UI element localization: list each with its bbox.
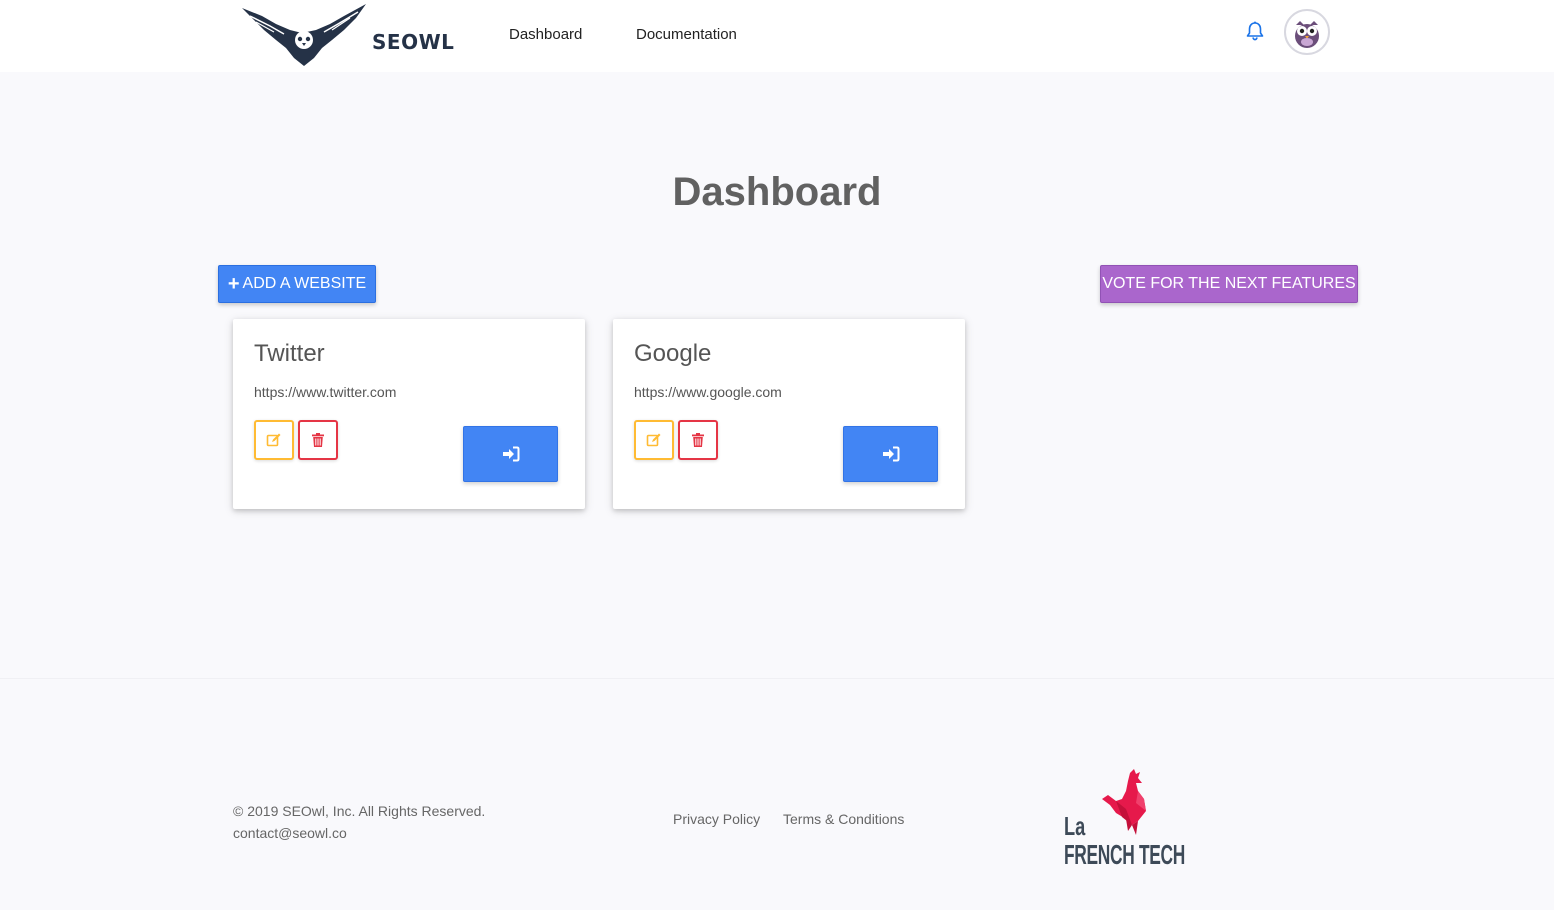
website-name: Google [634, 340, 712, 367]
page-title: Dashboard [672, 170, 882, 214]
website-card: Twitter https://www.twitter.com [233, 319, 585, 509]
delete-website-button[interactable] [298, 420, 338, 460]
sign-in-icon [502, 446, 519, 462]
privacy-policy-link[interactable]: Privacy Policy [673, 811, 760, 827]
french-tech-name: FRENCH TECH [1064, 839, 1186, 870]
terms-conditions-link[interactable]: Terms & Conditions [783, 811, 904, 827]
website-url: https://www.twitter.com [254, 384, 397, 400]
contact-email[interactable]: contact@seowl.co [233, 822, 485, 844]
open-website-button[interactable] [463, 426, 558, 482]
footer-info: © 2019 SEOwl, Inc. All Rights Reserved. … [233, 800, 485, 844]
website-url: https://www.google.com [634, 384, 782, 400]
french-tech-la: La [1064, 811, 1086, 841]
add-website-label: ADD A WEBSITE [242, 275, 367, 292]
brand-name: SEOWL [372, 30, 455, 54]
edit-icon [646, 433, 661, 447]
rooster-icon [1102, 769, 1146, 835]
vote-features-label: VOTE FOR THE NEXT FEATURES [1102, 275, 1356, 292]
user-avatar[interactable] [1284, 9, 1330, 55]
nav-dashboard-link[interactable]: Dashboard [509, 26, 582, 43]
footer: © 2019 SEOwl, Inc. All Rights Reserved. … [0, 678, 1554, 910]
owl-avatar-icon [1295, 21, 1319, 48]
nav-documentation-link[interactable]: Documentation [636, 26, 737, 43]
edit-website-button[interactable] [634, 420, 674, 460]
copyright-text: © 2019 SEOwl, Inc. All Rights Reserved. [233, 803, 486, 819]
add-website-button[interactable]: + ADD A WEBSITE [218, 265, 376, 303]
french-tech-logo[interactable]: La FRENCH TECH [1062, 769, 1186, 873]
edit-icon [266, 433, 281, 447]
seowl-logo[interactable]: SEOWL [240, 2, 455, 70]
delete-website-button[interactable] [678, 420, 718, 460]
plus-icon: + [227, 273, 240, 295]
bell-icon[interactable] [1244, 20, 1266, 42]
sign-in-icon [882, 446, 899, 462]
trash-icon [692, 433, 704, 447]
website-name: Twitter [254, 340, 325, 367]
open-website-button[interactable] [843, 426, 938, 482]
vote-features-button[interactable]: VOTE FOR THE NEXT FEATURES [1100, 265, 1358, 303]
navbar: SEOWL Dashboard Documentation [0, 0, 1554, 72]
website-card: Google https://www.google.com [613, 319, 965, 509]
trash-icon [312, 433, 324, 447]
owl-logo-icon [242, 4, 366, 66]
edit-website-button[interactable] [254, 420, 294, 460]
